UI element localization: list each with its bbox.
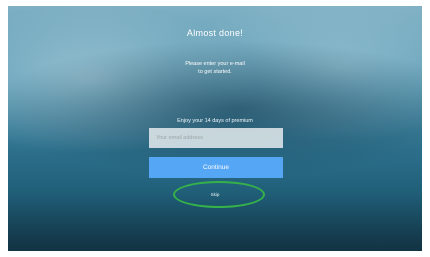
- page-title: Almost done!: [186, 28, 244, 38]
- skip-highlight-ring: [173, 181, 265, 208]
- premium-offer-text: Enjoy your 14 days of premium: [177, 118, 253, 124]
- instruction-text: Please enter your e-mail to get started.: [8, 61, 422, 76]
- instruction-line-1: Please enter your e-mail: [185, 61, 245, 67]
- instruction-line-2: to get started.: [198, 68, 232, 75]
- continue-button[interactable]: Continue: [149, 157, 283, 178]
- email-field[interactable]: [149, 128, 283, 148]
